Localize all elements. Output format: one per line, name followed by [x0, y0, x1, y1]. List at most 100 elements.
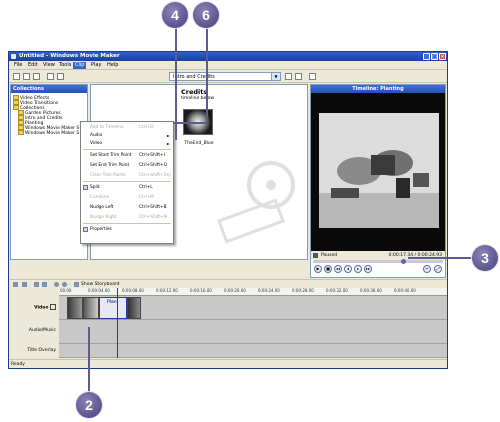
menu-file[interactable]: File [12, 62, 24, 69]
ruler-label: 0:00:20.00 [224, 288, 246, 293]
playback-indicator[interactable] [117, 288, 118, 358]
menu-item-set-start-trim[interactable]: Set Start Trim Point Ctrl+Shift+I [81, 152, 173, 159]
timeline-clip-selected[interactable]: Plan [99, 297, 127, 319]
movie-maker-window: Untitled - Windows Movie Maker _ □ × Fil… [8, 51, 448, 369]
menu-help[interactable]: Help [105, 62, 120, 69]
toolbar: Intro and Credits ▼ [9, 70, 447, 83]
menu-item-audio[interactable]: Audio ► [81, 132, 173, 139]
properties-icon [83, 227, 88, 232]
collection-dropdown[interactable]: Intro and Credits ▼ [169, 72, 281, 81]
up-folder-icon[interactable] [285, 73, 292, 80]
playback-status: Paused [321, 253, 338, 258]
timeline-clip[interactable] [127, 297, 141, 319]
seek-handle[interactable] [401, 259, 407, 264]
undo-icon[interactable] [47, 73, 54, 80]
track-label-video: Video [10, 304, 59, 311]
preview-title: Timeline: Planting [311, 85, 445, 93]
menu-item-split[interactable]: Split Ctrl+L [81, 184, 173, 191]
app-icon [11, 54, 16, 59]
timeline-toolbar: Show Storyboard [10, 279, 447, 288]
content-subtitle: timeline below [181, 96, 215, 101]
narrate-icon[interactable] [22, 282, 27, 287]
track-label-audio: Audio/Music [28, 328, 56, 333]
save-project-icon[interactable] [33, 73, 40, 80]
window-title: Untitled - Windows Movie Maker [19, 53, 120, 59]
menu-tools[interactable]: Tools [57, 62, 73, 69]
views-icon[interactable] [309, 73, 316, 80]
video-frame [311, 93, 445, 251]
menu-item-combine[interactable]: Combine Ctrl+M [81, 194, 173, 201]
play-button[interactable]: ▶ [314, 265, 322, 273]
new-folder-icon[interactable] [295, 73, 302, 80]
play-timeline-icon[interactable] [62, 282, 67, 287]
monitor-icon [313, 253, 318, 258]
submenu-arrow-icon: ► [166, 141, 170, 146]
callout-4: 4 [162, 2, 188, 28]
next-frame-button[interactable]: ▸▸ [364, 265, 372, 273]
full-screen-button[interactable]: ⤢ [434, 265, 442, 273]
timeline-icon[interactable] [13, 282, 18, 287]
timeline-clip[interactable] [83, 297, 99, 319]
ruler-label: 0:00:40.00 [394, 288, 416, 293]
callout-6: 6 [193, 2, 219, 28]
menu-separator [83, 149, 171, 150]
clip-menu-dropdown: Add to Timeline Ctrl+D Audio ► Video ► Set … [80, 121, 174, 244]
menu-item-add-to-timeline[interactable]: Add to Timeline Ctrl+D [81, 124, 173, 131]
expand-icon[interactable] [50, 304, 56, 310]
menu-item-set-end-trim[interactable]: Set End Trim Point Ctrl+Shift+O [81, 162, 173, 169]
timeline-clip[interactable] [67, 297, 83, 319]
zoom-out-icon[interactable] [42, 282, 47, 287]
video-frame-image [311, 93, 445, 251]
ruler-label: 0:00:08.00 [122, 288, 144, 293]
chevron-down-icon: ▼ [271, 73, 280, 80]
menu-clip[interactable]: Clip [73, 62, 87, 69]
stop-button[interactable]: ■ [324, 265, 332, 273]
step-back-button[interactable]: ◂ [344, 265, 352, 273]
menu-item-clear-trim[interactable]: Clear Trim Points Ctrl+Shift+Del [81, 172, 173, 179]
menu-view[interactable]: View [41, 62, 57, 69]
menu-play[interactable]: Play [89, 62, 103, 69]
menu-edit[interactable]: Edit [26, 62, 40, 69]
maximize-button[interactable]: □ [431, 53, 438, 60]
split-icon [83, 185, 88, 190]
ruler-label: 0:00:24.00 [258, 288, 280, 293]
ruler-label: 00.00 [60, 288, 72, 293]
ruler-label: 0:00:04.00 [88, 288, 110, 293]
zoom-in-icon[interactable] [34, 282, 39, 287]
preview-monitor: Timeline: Planting Paused 0:00:17.34 / 0… [310, 84, 446, 278]
redo-icon[interactable] [57, 73, 64, 80]
split-clip-button[interactable]: ✂ [423, 265, 431, 273]
collections-header: Collections [11, 85, 87, 93]
callout-6-leader-horizontal [173, 122, 208, 124]
seek-bar[interactable] [313, 260, 443, 263]
status-bar: Ready [9, 359, 447, 368]
menu-item-nudge-left[interactable]: Nudge Left Ctrl+Shift+B [81, 204, 173, 211]
ruler-label: 0:00:28.00 [292, 288, 314, 293]
title-bar: Untitled - Windows Movie Maker _ □ × [9, 52, 447, 61]
menu-bar: File Edit View Tools Clip Play Help [9, 61, 447, 70]
film-reel-watermark-icon [217, 161, 295, 244]
menu-separator [83, 181, 171, 182]
tree-item-wmm-sample-2[interactable]: Windows Movie Maker S [18, 130, 79, 136]
callout-2-leader [88, 327, 90, 392]
previous-frame-button[interactable]: ◂◂ [334, 265, 342, 273]
step-forward-button[interactable]: ▸ [354, 265, 362, 273]
minimize-button[interactable]: _ [423, 53, 430, 60]
storyboard-icon [74, 282, 79, 287]
close-button[interactable]: × [439, 53, 446, 60]
callout-6-leader [206, 27, 208, 124]
menu-item-nudge-right[interactable]: Nudge Right Ctrl+Shift+N [81, 214, 173, 221]
collection-dropdown-value: Intro and Credits [173, 74, 215, 80]
menu-item-video[interactable]: Video ► [81, 140, 173, 147]
submenu-arrow-icon: ► [166, 133, 170, 138]
ruler-label: 0:00:32.00 [326, 288, 348, 293]
rewind-icon[interactable] [54, 282, 59, 287]
track-label-title-overlay: Title Overlay [27, 348, 56, 353]
ruler-label: 0:00:16.00 [190, 288, 212, 293]
timeline-clip-label: Plan [107, 300, 117, 305]
ruler-label: 0:00:12.00 [156, 288, 178, 293]
menu-separator [83, 223, 171, 224]
menu-item-properties[interactable]: Properties [81, 226, 173, 233]
open-project-icon[interactable] [23, 73, 30, 80]
new-project-icon[interactable] [13, 73, 20, 80]
